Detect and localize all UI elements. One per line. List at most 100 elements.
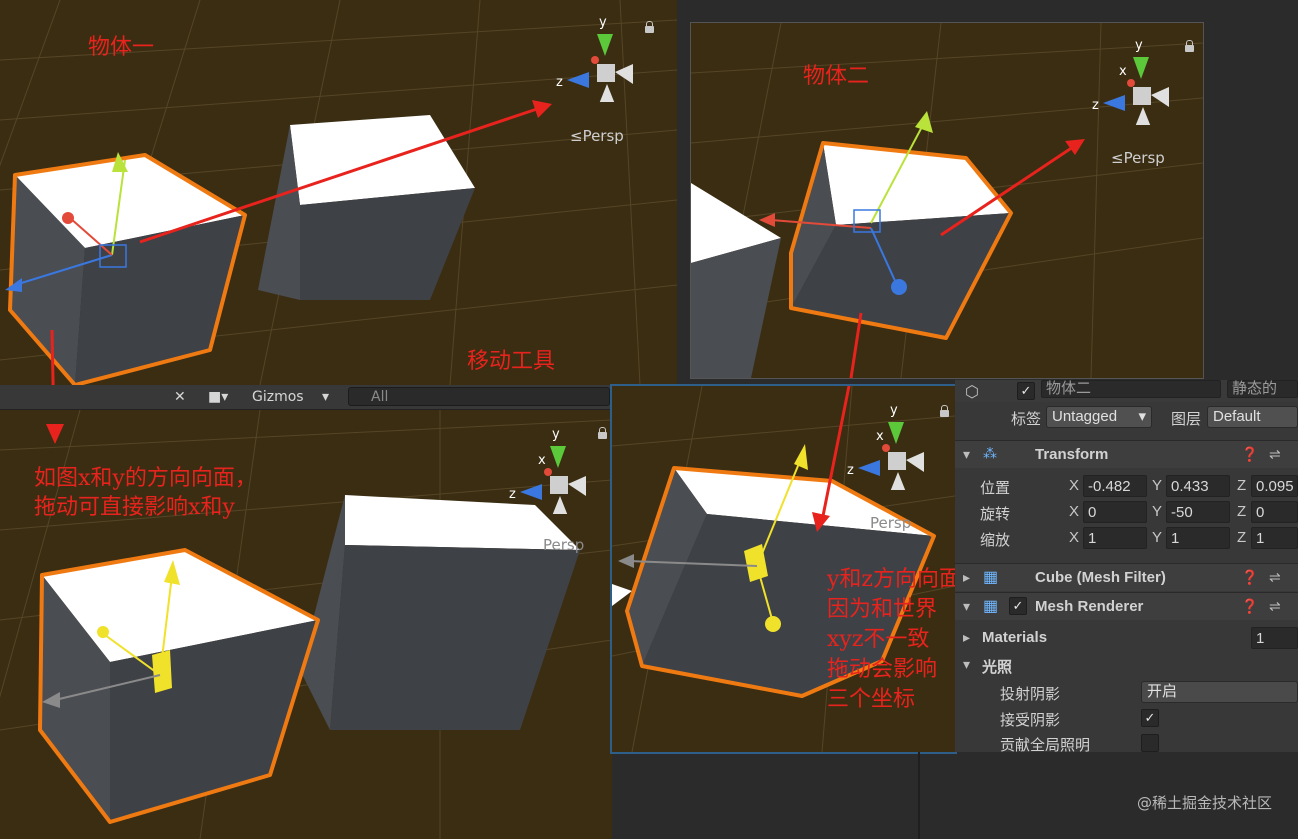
rotation-y-field[interactable]: -50 [1166, 501, 1230, 523]
divider [918, 752, 920, 839]
cast-shadows-dropdown[interactable]: 开启 [1141, 681, 1298, 703]
axis-x-label: X [1069, 503, 1080, 520]
svg-text:x: x [538, 453, 546, 468]
chevron-right-icon: ▸ [963, 569, 971, 585]
settings-icon: ⇌ [1269, 569, 1281, 585]
gi-label: 贡献全局照明 [1000, 737, 1091, 754]
transform-icon: ⁂ [983, 445, 997, 461]
receive-shadows-checkbox[interactable]: ✓ [1141, 709, 1159, 727]
lock-icon[interactable] [1185, 40, 1194, 52]
annotation-move-tool: 移动工具 [467, 349, 556, 374]
x-arrow-icon[interactable] [62, 212, 74, 224]
svg-text:y: y [552, 427, 560, 442]
layer-label: 图层 [1171, 411, 1202, 428]
gizmos-button[interactable]: Gizmos [252, 388, 304, 406]
scene-view-top-right[interactable]: y x z ≤Persp 物体二 [690, 22, 1204, 379]
static-toggle[interactable]: 静态的 [1227, 380, 1298, 398]
svg-text:y: y [1135, 38, 1143, 53]
annotation-xy-line-1: 如图x和y的方向向面， [34, 466, 257, 491]
tag-label: 标签 [1011, 411, 1042, 428]
tag-dropdown[interactable]: Untagged ▾ [1046, 406, 1152, 428]
axis-y-label: Y [1152, 477, 1163, 494]
mesh-filter-header[interactable]: ▸ ▦ Cube (Mesh Filter) ❓ ⇌ [955, 563, 1298, 591]
rotation-x-field[interactable]: 0 [1083, 501, 1147, 523]
position-label: 位置 [980, 480, 1011, 497]
orientation-gizmo[interactable]: y z [553, 12, 633, 102]
lock-icon[interactable] [598, 427, 607, 439]
arrow-head-icon [532, 100, 552, 118]
position-x-field[interactable]: -0.482 [1083, 475, 1147, 497]
position-y-field[interactable]: 0.433 [1166, 475, 1230, 497]
chevron-down-icon: ▾ [1138, 408, 1146, 425]
camera-icon[interactable]: ■▾ [208, 388, 228, 406]
axis-z-label: Z [1237, 477, 1247, 494]
active-checkbox[interactable]: ✓ [1017, 382, 1035, 400]
chevron-down-icon: ▾ [963, 656, 971, 672]
rotation-z-field[interactable]: 0 [1251, 501, 1298, 523]
x-arrow-icon[interactable] [97, 626, 109, 638]
chevron-right-icon: ▸ [963, 629, 971, 645]
axis-y-label: Y [1152, 529, 1163, 546]
lighting-label[interactable]: 光照 [982, 656, 1012, 677]
scale-label: 缩放 [980, 532, 1011, 549]
receive-shadows-label: 接受阴影 [1000, 712, 1061, 729]
settings-icon: ⇌ [1269, 598, 1281, 614]
annotation-xy-line-2: 拖动可直接影响x和y [34, 495, 235, 520]
svg-text:z: z [556, 75, 563, 90]
cube-top [823, 143, 1011, 225]
help-icon: ❓ [1241, 598, 1259, 614]
persp-label[interactable]: Persp [543, 536, 584, 554]
search-input[interactable]: All [348, 387, 610, 406]
position-z-field[interactable]: 0.095 [1251, 475, 1298, 497]
cast-shadows-label: 投射阴影 [1000, 686, 1061, 703]
axis-x-label: X [1069, 477, 1080, 494]
gi-checkbox[interactable] [1141, 734, 1159, 752]
persp-label[interactable]: ≤Persp [1111, 149, 1165, 167]
scale-z-field[interactable]: 1 [1251, 527, 1298, 549]
persp-label[interactable]: ≤Persp [570, 127, 624, 145]
help-icon: ❓ [1241, 569, 1259, 585]
axis-z-label: Z [1237, 503, 1247, 520]
annotation-object-two: 物体二 [803, 64, 870, 89]
plane-handle[interactable] [152, 650, 172, 693]
watermark: @稀土掘金技术社区 [1136, 794, 1272, 812]
axis-z-label: Z [1237, 529, 1247, 546]
chevron-down-icon[interactable]: ▾ [322, 388, 329, 406]
scale-y-field[interactable]: 1 [1166, 527, 1230, 549]
grid-icon: ▦ [983, 598, 999, 615]
mesh-renderer-header[interactable]: ▾ ▦ ✓ Mesh Renderer ❓ ⇌ [955, 592, 1298, 620]
materials-count-field[interactable]: 1 [1251, 627, 1298, 649]
scene-view-bottom-left[interactable]: y x z Persp 如图x和y的方向向面， 拖动可直接影响x和y [0, 410, 612, 839]
layer-dropdown[interactable]: Default [1207, 406, 1298, 428]
rotation-label: 旋转 [980, 506, 1011, 523]
mesh-renderer-checkbox[interactable]: ✓ [1009, 597, 1027, 615]
help-icon: ❓ [1241, 446, 1259, 462]
materials-label[interactable]: Materials [982, 629, 1047, 646]
arrow-head-icon [1065, 139, 1085, 155]
scale-x-field[interactable]: 1 [1083, 527, 1147, 549]
cube-icon: ⬡ [965, 384, 979, 401]
inspector-panel: ⬡ ✓ 物体二 静态的 标签 Untagged ▾ 图层 Default ▾ ⁂ … [955, 380, 1298, 754]
scene-view-top-left[interactable]: y z ≤Persp 物体一 移动工具 [0, 0, 677, 385]
svg-text:z: z [1092, 98, 1099, 113]
axis-x-label: X [1069, 529, 1080, 546]
transform-header[interactable]: ▾ ⁂ Transform ❓ ⇌ [955, 440, 1298, 468]
axis-y-label: Y [1152, 503, 1163, 520]
svg-text:z: z [509, 487, 516, 502]
annotation-arrow [849, 312, 863, 378]
annotation-object-one: 物体一 [88, 35, 155, 60]
cube-front [330, 545, 580, 730]
orientation-gizmo[interactable]: y x z [506, 424, 586, 514]
svg-text:x: x [1119, 64, 1127, 79]
z-arrow-icon[interactable] [891, 279, 907, 295]
svg-text:y: y [599, 15, 607, 30]
lock-icon[interactable] [645, 21, 654, 33]
scene-toolbar: ✕ ■▾ Gizmos ▾ ⚲ All [0, 385, 612, 410]
object-name-field[interactable]: 物体二 [1041, 380, 1221, 398]
orientation-gizmo[interactable]: y x z [1089, 35, 1169, 125]
grid-icon: ▦ [983, 569, 999, 586]
cube-front [300, 188, 475, 300]
settings-icon: ⇌ [1269, 446, 1281, 462]
arrow-head-icon [46, 424, 64, 444]
tools-icon[interactable]: ✕ [174, 388, 186, 406]
